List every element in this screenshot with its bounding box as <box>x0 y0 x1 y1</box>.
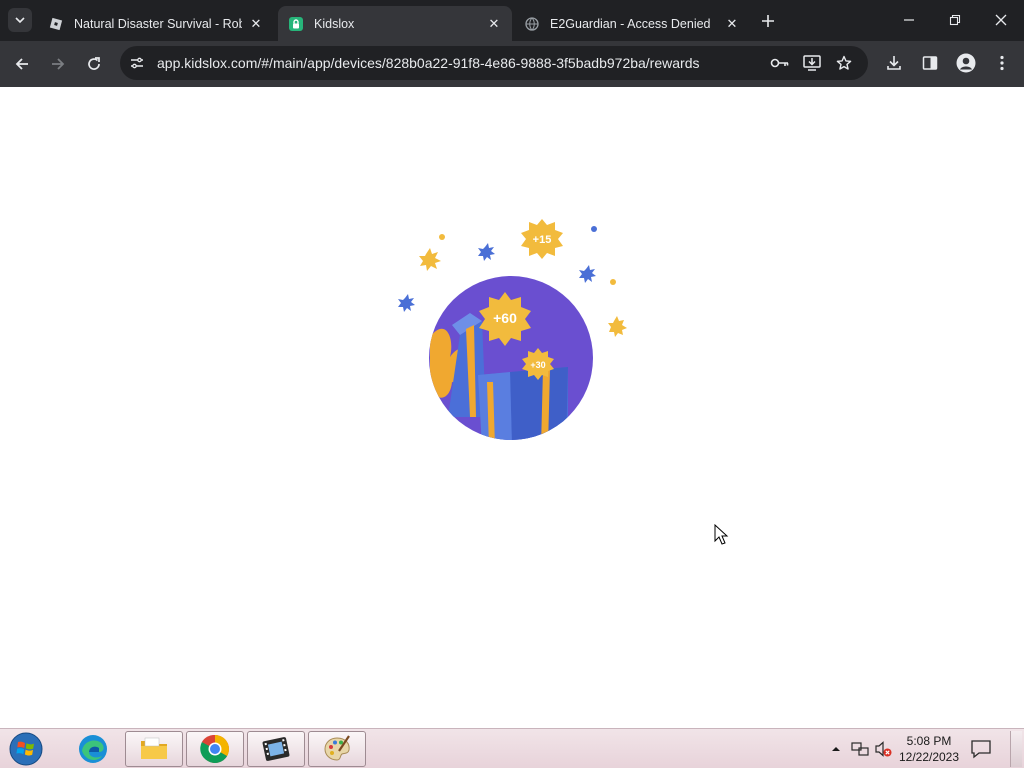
clock-time: 5:08 PM <box>906 734 952 748</box>
new-tab-button[interactable] <box>756 9 780 33</box>
badge-plus-15-label: +15 <box>533 234 552 246</box>
taskbar-file-explorer[interactable] <box>125 731 183 767</box>
address-bar[interactable]: app.kidslox.com/#/main/app/devices/828b0… <box>120 46 868 80</box>
system-clock[interactable]: 5:08 PM 12/22/2023 <box>896 733 962 765</box>
tab-title: Natural Disaster Survival - Robl <box>74 16 242 31</box>
close-window-button[interactable] <box>978 0 1024 40</box>
movie-maker-icon <box>262 737 290 761</box>
plus-icon <box>762 15 774 27</box>
tab-natural-disaster[interactable]: Natural Disaster Survival - Robl ✕ <box>38 6 274 41</box>
forward-button[interactable] <box>44 50 72 78</box>
minimize-button[interactable] <box>886 0 932 40</box>
tab-title: E2Guardian - Access Denied <box>550 16 711 31</box>
edge-icon <box>79 735 107 763</box>
side-panel-button[interactable] <box>919 52 941 74</box>
file-explorer-icon <box>141 737 167 759</box>
reload-icon <box>88 57 100 70</box>
badge-plus-15: +15 <box>521 219 563 259</box>
back-button[interactable] <box>8 50 36 78</box>
globe-icon <box>524 16 540 32</box>
url-text: app.kidslox.com/#/main/app/devices/828b0… <box>157 55 700 71</box>
tab-search-button[interactable] <box>8 8 32 32</box>
kidslox-lock-icon <box>288 16 304 32</box>
taskbar-edge[interactable] <box>64 731 122 767</box>
badge-plus-60-label: +60 <box>493 310 517 326</box>
roblox-icon <box>48 16 64 32</box>
browser-toolbar: app.kidslox.com/#/main/app/devices/828b0… <box>0 41 1024 87</box>
chrome-icon <box>200 734 229 763</box>
minimize-icon <box>904 19 914 21</box>
chevron-down-icon <box>15 17 25 24</box>
taskbar-chrome[interactable] <box>186 731 244 767</box>
profile-avatar-icon <box>956 53 976 73</box>
password-key-icon[interactable] <box>770 53 790 73</box>
downloads-button[interactable] <box>883 52 905 74</box>
page-content: +15 +60 +30 <box>0 87 1024 728</box>
close-tab-icon[interactable]: ✕ <box>724 16 740 32</box>
show-desktop-button[interactable] <box>1010 731 1022 767</box>
show-hidden-icons-button[interactable] <box>830 743 842 755</box>
tab-strip: Natural Disaster Survival - Robl ✕ Kidsl… <box>0 0 1024 41</box>
bookmark-star-icon[interactable] <box>834 53 854 73</box>
tab-kidslox[interactable]: Kidslox ✕ <box>278 6 512 41</box>
profile-button[interactable] <box>955 52 977 74</box>
windows-start-button[interactable] <box>6 731 46 767</box>
download-icon <box>887 56 901 70</box>
close-tab-icon[interactable]: ✕ <box>248 16 264 32</box>
side-panel-icon <box>922 56 938 70</box>
more-vert-icon <box>1000 55 1004 71</box>
clock-date: 12/22/2023 <box>898 750 960 764</box>
badge-plus-30-label: +30 <box>530 360 545 370</box>
install-app-icon[interactable] <box>802 53 822 73</box>
network-icon[interactable] <box>851 740 869 758</box>
reload-button[interactable] <box>80 50 108 78</box>
chrome-menu-button[interactable] <box>991 52 1013 74</box>
arrow-left-icon <box>15 58 28 70</box>
taskbar-paint[interactable] <box>308 731 366 767</box>
close-tab-icon[interactable]: ✕ <box>486 16 502 32</box>
restore-icon <box>949 14 961 26</box>
close-icon <box>995 14 1007 26</box>
arrow-right-icon <box>52 58 65 70</box>
action-center-icon[interactable] <box>970 739 992 759</box>
tab-e2guardian[interactable]: E2Guardian - Access Denied ✕ <box>514 6 750 41</box>
volume-muted-icon[interactable] <box>874 740 892 758</box>
rewards-gift-illustration: +15 +60 +30 <box>398 219 627 440</box>
site-info-icon[interactable] <box>128 54 146 72</box>
windows-taskbar: 5:08 PM 12/22/2023 <box>0 728 1024 768</box>
paint-icon <box>324 735 350 761</box>
taskbar-movie-maker[interactable] <box>247 731 305 767</box>
tab-title: Kidslox <box>314 16 355 31</box>
restore-button[interactable] <box>932 0 978 40</box>
mouse-cursor-icon <box>714 524 729 545</box>
